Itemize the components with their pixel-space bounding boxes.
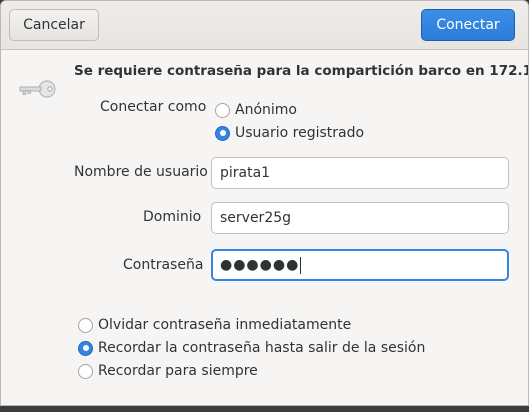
radio-forget-immediately-label: Olvidar contraseña inmediatamente (98, 317, 352, 333)
radio-anonymous[interactable]: Anónimo (215, 100, 297, 120)
password-masked-value: ●●●●●● (220, 257, 300, 273)
key-icon (19, 80, 56, 98)
radio-anonymous-label: Anónimo (235, 102, 297, 118)
username-field[interactable]: pirata1 (211, 157, 509, 189)
username-value: pirata1 (220, 165, 271, 181)
cancel-button[interactable]: Cancelar (9, 9, 99, 41)
radio-button[interactable] (215, 102, 230, 118)
connect-as-label: Conectar como (100, 99, 207, 115)
password-field[interactable]: ●●●●●● (211, 249, 509, 281)
radio-remember-forever-label: Recordar para siempre (98, 363, 258, 379)
text-caret (300, 256, 302, 274)
radio-remember-session[interactable]: Recordar la contraseña hasta salir de la… (78, 338, 425, 358)
password-label: Contraseña (123, 257, 204, 273)
dialog-title: Se requiere contraseña para la compartic… (74, 63, 528, 79)
radio-remember-forever[interactable]: Recordar para siempre (78, 361, 258, 381)
username-label: Nombre de usuario (74, 164, 208, 180)
domain-value: server25g (220, 210, 292, 226)
radio-registered-user[interactable]: Usuario registrado (215, 123, 364, 143)
radio-forget-immediately[interactable]: Olvidar contraseña inmediatamente (78, 315, 351, 335)
radio-registered-user-label: Usuario registrado (235, 125, 365, 141)
password-dialog: Cancelar Conectar Se requiere contraseña… (0, 0, 529, 406)
radio-button[interactable] (78, 363, 93, 379)
radio-button-checked[interactable] (215, 125, 230, 141)
header-bar: Cancelar Conectar (1, 1, 528, 50)
domain-label: Dominio (143, 209, 202, 225)
domain-field[interactable]: server25g (211, 202, 509, 234)
radio-remember-session-label: Recordar la contraseña hasta salir de la… (98, 340, 426, 356)
connect-button[interactable]: Conectar (421, 9, 515, 41)
radio-button[interactable] (78, 317, 93, 333)
radio-button-checked[interactable] (78, 340, 93, 356)
